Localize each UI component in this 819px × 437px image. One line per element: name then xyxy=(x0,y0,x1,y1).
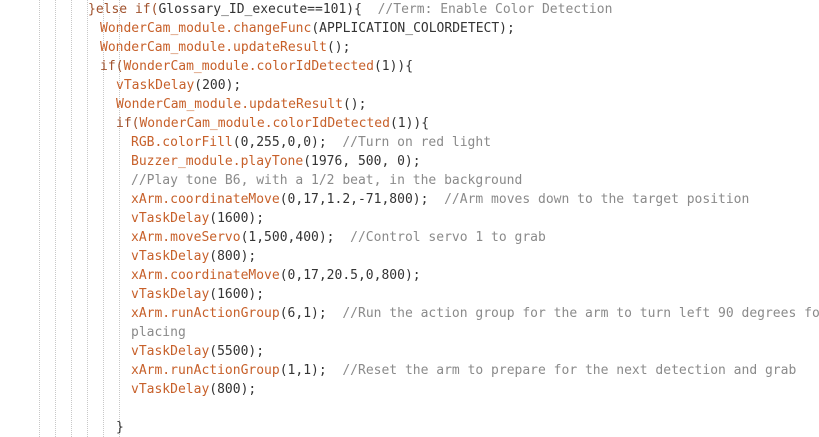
code-token: (1)){ xyxy=(373,59,414,74)
code-token: (1600); xyxy=(209,211,265,226)
code-token: (0,17,1.2,-71,800); xyxy=(279,192,445,207)
code-token: vTaskDelay xyxy=(131,344,210,359)
code-line: vTaskDelay(800); xyxy=(131,380,256,399)
indent-guide xyxy=(71,0,72,437)
code-token: vTaskDelay xyxy=(131,249,210,264)
code-line: WonderCam_module.changeFunc(APPLICATION_… xyxy=(100,19,515,38)
code-token: //Run the action group for the arm to tu… xyxy=(342,306,819,321)
code-token: (); xyxy=(326,40,351,55)
code-token: (1,1); xyxy=(279,363,343,378)
code-token: }else if( xyxy=(88,2,159,17)
code-line: Buzzer_module.playTone(1976, 500, 0); xyxy=(131,152,421,171)
code-token: //Reset the arm to prepare for the next … xyxy=(342,363,797,378)
code-token: (1976, 500, 0); xyxy=(303,154,421,169)
code-token: //Arm moves down to the target position xyxy=(444,192,750,207)
code-line: }else if(Glossary_ID_execute==101){ //Te… xyxy=(88,0,612,19)
code-token: xArm.coordinateMove xyxy=(131,192,280,207)
code-token: xArm.moveServo xyxy=(131,230,241,245)
code-token: (1600); xyxy=(209,287,265,302)
code-line: xArm.runActionGroup(1,1); //Reset the ar… xyxy=(131,361,796,380)
code-line: if(WonderCam_module.colorIdDetected(1)){ xyxy=(116,114,429,133)
code-token: (0,255,0,0); xyxy=(232,135,343,150)
code-token: if( xyxy=(116,116,140,131)
indent-guide xyxy=(39,0,40,437)
code-token: } xyxy=(116,420,124,435)
code-token: //Play tone B6, with a 1/2 beat, in the … xyxy=(131,173,523,188)
code-token: (1)){ xyxy=(389,116,430,131)
code-line: vTaskDelay(1600); xyxy=(131,285,264,304)
code-token: WonderCam_module.colorIdDetected xyxy=(123,59,374,74)
code-token: if( xyxy=(100,59,124,74)
code-token: RGB.colorFill xyxy=(131,135,233,150)
code-token: Glossary_ID_execute==101){ xyxy=(158,2,378,17)
code-line: xArm.moveServo(1,500,400); //Control ser… xyxy=(131,228,546,247)
code-token: //Term: Enable Color Detection xyxy=(377,2,613,17)
code-token: vTaskDelay xyxy=(116,78,195,93)
code-line: vTaskDelay(1600); xyxy=(131,209,264,228)
code-token: (APPLICATION_COLORDETECT); xyxy=(311,21,515,36)
code-line: placing xyxy=(131,323,186,342)
code-token: (1,500,400); xyxy=(240,230,351,245)
code-token: Buzzer_module.playTone xyxy=(131,154,304,169)
code-token: (800); xyxy=(209,382,257,397)
code-line: if(WonderCam_module.colorIdDetected(1)){ xyxy=(100,57,413,76)
code-line: vTaskDelay(200); xyxy=(116,76,241,95)
code-token: (200); xyxy=(194,78,242,93)
code-token: vTaskDelay xyxy=(131,382,210,397)
code-line: //Play tone B6, with a 1/2 beat, in the … xyxy=(131,171,522,190)
code-token: vTaskDelay xyxy=(131,287,210,302)
code-token: //Control servo 1 to grab xyxy=(350,230,546,245)
code-line: } xyxy=(116,418,124,437)
code-token: (); xyxy=(342,97,367,112)
code-token: xArm.coordinateMove xyxy=(131,268,280,283)
code-line: xArm.coordinateMove(0,17,1.2,-71,800); /… xyxy=(131,190,749,209)
code-token: (6,1); xyxy=(279,306,343,321)
indent-guide xyxy=(87,0,88,437)
code-token: WonderCam_module.changeFunc xyxy=(100,21,312,36)
code-token: xArm.runActionGroup xyxy=(131,363,280,378)
code-token: WonderCam_module.updateResult xyxy=(116,97,343,112)
code-line: RGB.colorFill(0,255,0,0); //Turn on red … xyxy=(131,133,491,152)
code-editor[interactable]: }else if(Glossary_ID_execute==101){ //Te… xyxy=(0,0,819,437)
code-token: (0,17,20.5,0,800); xyxy=(279,268,421,283)
code-line: xArm.runActionGroup(6,1); //Run the acti… xyxy=(131,304,819,323)
code-token: placing xyxy=(131,325,186,340)
code-line: vTaskDelay(5500); xyxy=(131,342,264,361)
code-line: WonderCam_module.updateResult(); xyxy=(116,95,366,114)
code-token: WonderCam_module.colorIdDetected xyxy=(139,116,390,131)
code-token: //Turn on red light xyxy=(342,135,492,150)
code-token: (5500); xyxy=(209,344,265,359)
code-token: vTaskDelay xyxy=(131,211,210,226)
code-line: xArm.coordinateMove(0,17,20.5,0,800); xyxy=(131,266,421,285)
indent-guide xyxy=(55,0,56,437)
code-line: vTaskDelay(800); xyxy=(131,247,256,266)
code-line: WonderCam_module.updateResult(); xyxy=(100,38,350,57)
code-token: xArm.runActionGroup xyxy=(131,306,280,321)
code-token: (800); xyxy=(209,249,257,264)
code-token: WonderCam_module.updateResult xyxy=(100,40,327,55)
